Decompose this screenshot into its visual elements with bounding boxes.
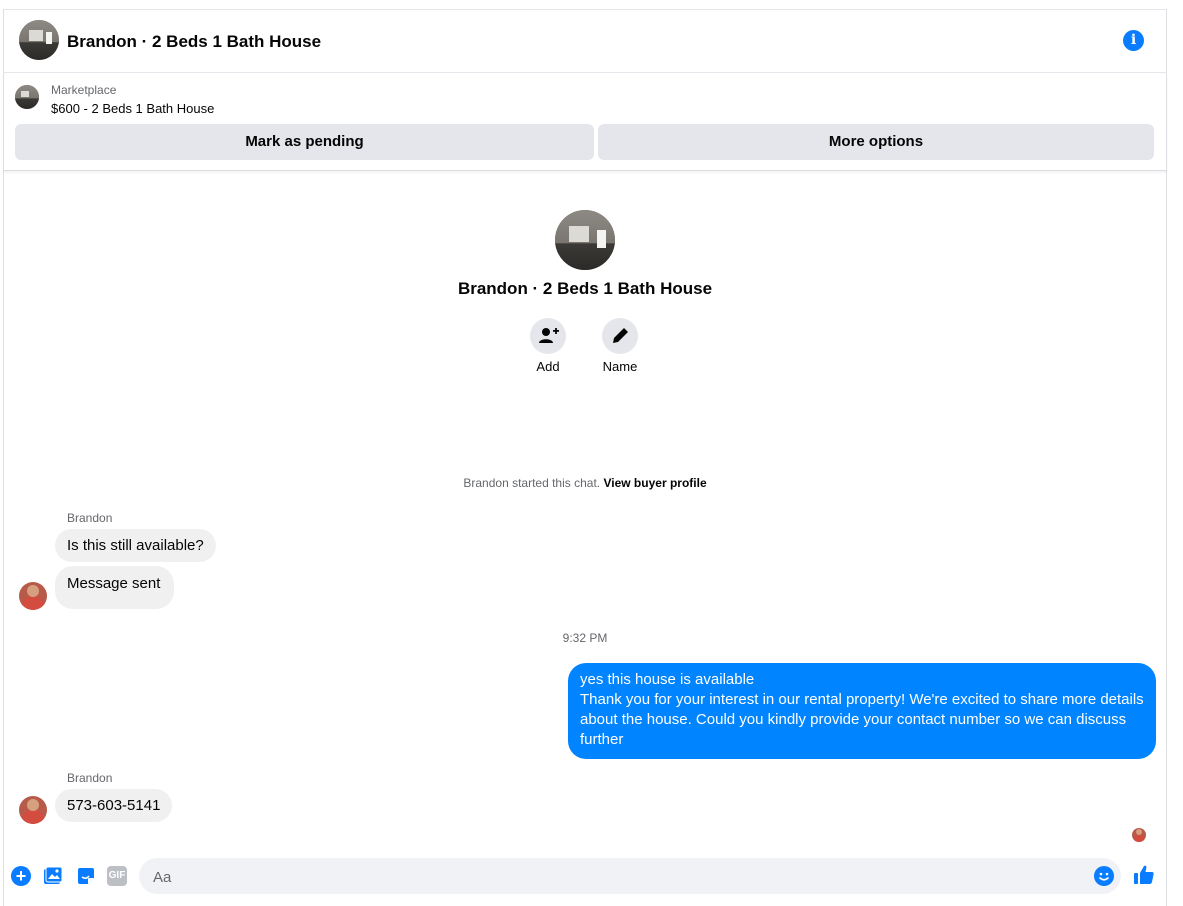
listing-avatar[interactable]: [19, 20, 59, 60]
started-text: Brandon started this chat.: [463, 476, 601, 490]
marketplace-label: Marketplace: [51, 83, 117, 97]
emoji-icon[interactable]: [1094, 866, 1114, 886]
sender-avatar[interactable]: [19, 796, 47, 824]
message-input[interactable]: [151, 858, 1085, 896]
thumbs-up-icon[interactable]: [1133, 864, 1155, 886]
photo-icon[interactable]: [43, 866, 63, 886]
sender-avatar[interactable]: [19, 582, 47, 610]
incoming-message[interactable]: Is this still available?: [55, 529, 216, 562]
name-label: Name: [602, 359, 638, 374]
outgoing-line: Thank you for your interest in our renta…: [580, 691, 1144, 748]
listing-thumbnail[interactable]: [15, 85, 39, 109]
add-person-icon: [530, 318, 566, 354]
message-timestamp: 9:32 PM: [562, 631, 608, 645]
sender-name: Brandon: [67, 511, 113, 525]
add-label: Add: [536, 359, 560, 374]
sticker-icon[interactable]: [76, 866, 96, 886]
name-action[interactable]: Name: [590, 318, 650, 374]
pencil-icon: [602, 318, 638, 354]
mark-as-pending-button[interactable]: Mark as pending: [15, 124, 594, 160]
info-icon[interactable]: i: [1123, 30, 1144, 51]
seen-indicator-avatar: [1132, 828, 1146, 842]
conversation-avatar: [555, 210, 615, 270]
gif-icon[interactable]: GIF: [107, 866, 127, 886]
chat-started-notice: Brandon started this chat. View buyer pr…: [0, 476, 1170, 490]
message-composer: + GIF: [0, 850, 1167, 906]
outgoing-line: yes this house is available: [580, 671, 755, 688]
message-input-wrapper: [139, 858, 1121, 896]
more-options-button[interactable]: More options: [598, 124, 1154, 160]
chat-title[interactable]: Brandon · 2 Beds 1 Bath House: [67, 32, 321, 52]
outgoing-message[interactable]: yes this house is available Thank you fo…: [568, 663, 1156, 759]
listing-price-title[interactable]: $600 - 2 Beds 1 Bath House: [51, 101, 214, 116]
incoming-message[interactable]: 573-603-5141: [55, 789, 173, 822]
sender-name: Brandon: [67, 771, 113, 785]
view-buyer-profile-link[interactable]: View buyer profile: [603, 476, 706, 490]
incoming-message[interactable]: Message sent: [55, 566, 175, 609]
plus-icon[interactable]: +: [11, 866, 31, 886]
add-people-action[interactable]: Add: [518, 318, 578, 374]
conversation-title: Brandon · 2 Beds 1 Bath House: [457, 279, 713, 298]
chat-header: Brandon · 2 Beds 1 Bath House i: [3, 10, 1167, 73]
marketplace-bar: Marketplace $600 - 2 Beds 1 Bath House M…: [3, 73, 1167, 171]
